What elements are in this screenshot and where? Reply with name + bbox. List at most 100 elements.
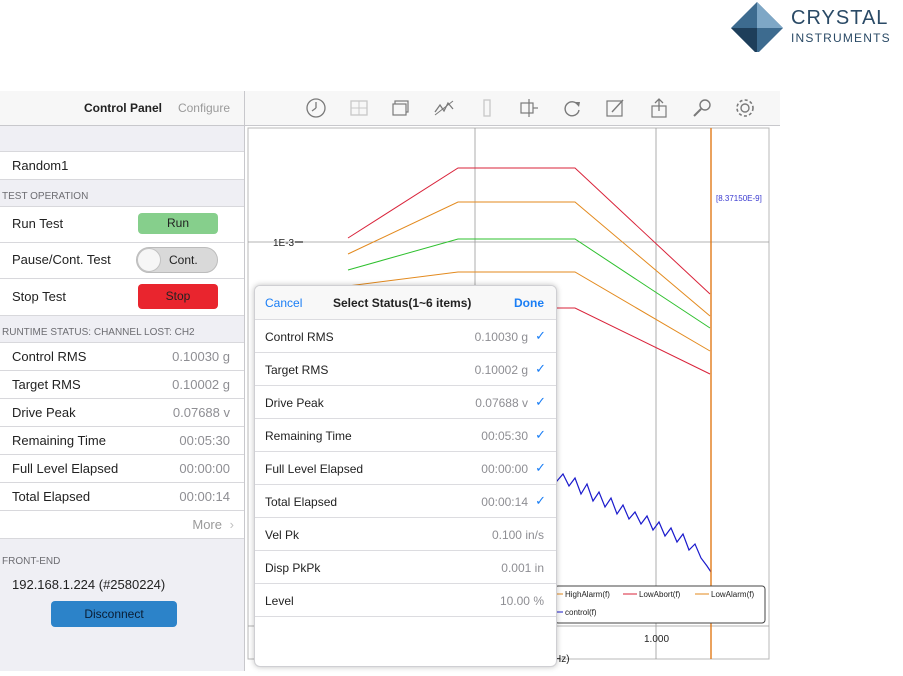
checkmark-icon: ✓ — [535, 361, 546, 376]
x-tick-label: 1.000 — [644, 634, 669, 645]
section-runtime-status: RUNTIME STATUS: CHANNEL LOST: CH2 — [2, 327, 195, 338]
option-label: Level — [265, 594, 294, 608]
run-button[interactable]: Run — [138, 213, 218, 234]
status-option[interactable]: Target RMS 0.10002 g ✓ — [255, 353, 556, 386]
status-row: Drive Peak 0.07688 v — [0, 399, 244, 427]
status-label: Control RMS — [12, 349, 87, 364]
done-button[interactable]: Done — [514, 296, 544, 310]
status-label: Drive Peak — [12, 405, 76, 420]
status-option[interactable]: Drive Peak 0.07688 v ✓ — [255, 386, 556, 419]
option-label: Disp PkPk — [265, 561, 321, 575]
checkmark-icon: ✓ — [535, 493, 546, 508]
option-value: 00:05:30 — [481, 429, 528, 443]
option-label: Total Elapsed — [265, 495, 338, 509]
gear-icon[interactable] — [734, 97, 756, 119]
share-icon[interactable] — [648, 97, 670, 119]
status-option[interactable]: Total Elapsed 00:00:14 ✓ — [255, 485, 556, 518]
search-icon[interactable] — [691, 97, 713, 119]
cursor-readout: [8.37150E-9] — [716, 194, 762, 203]
status-label: Full Level Elapsed — [12, 461, 119, 476]
stop-test-row: Stop Test Stop — [0, 279, 244, 316]
status-option[interactable]: Full Level Elapsed 00:00:00 ✓ — [255, 452, 556, 485]
option-label: Vel Pk — [265, 528, 300, 542]
cancel-button[interactable]: Cancel — [265, 296, 302, 310]
checkmark-icon: ✓ — [535, 427, 546, 442]
run-test-row: Run Test Run — [0, 206, 244, 243]
option-value: 0.10002 g — [474, 363, 528, 377]
control-panel: Control Panel Configure Random1 TEST OPE… — [0, 91, 245, 671]
status-option[interactable]: Level 10.00 % — [255, 584, 556, 617]
option-label: Drive Peak — [265, 396, 324, 410]
status-row: Full Level Elapsed 00:00:00 — [0, 455, 244, 483]
option-label: Target RMS — [265, 363, 329, 377]
run-test-label: Run Test — [12, 216, 64, 231]
legend-entry: LowAbort(f) — [639, 590, 681, 599]
status-row: Total Elapsed 00:00:14 — [0, 483, 244, 511]
front-end-address: 192.168.1.224 (#2580224) — [12, 577, 166, 592]
status-row: Control RMS 0.10030 g — [0, 343, 244, 371]
stop-button[interactable]: Stop — [138, 284, 218, 309]
toggle-knob — [137, 248, 161, 272]
chart-toolbar — [245, 91, 780, 126]
status-value: 0.10030 g — [172, 349, 230, 364]
grid-icon[interactable] — [348, 97, 370, 119]
option-value: 0.07688 v — [475, 396, 528, 410]
checkmark-icon: ✓ — [535, 328, 546, 343]
brand-name: CRYSTAL — [791, 7, 889, 29]
popover-header: Cancel Select Status(1~6 items) Done — [255, 286, 556, 320]
pause-test-label: Pause/Cont. Test — [12, 252, 111, 267]
status-list: Control RMS 0.10030 g Target RMS 0.10002 g… — [0, 342, 244, 539]
option-value: 0.10030 g — [474, 330, 528, 344]
more-row[interactable]: More › — [0, 511, 244, 539]
legend-entry: LowAlarm(f) — [711, 590, 754, 599]
legend-entry: HighAlarm(f) — [565, 590, 610, 599]
status-option[interactable]: Control RMS 0.10030 g ✓ — [255, 320, 556, 353]
layers-icon[interactable] — [390, 97, 412, 119]
columns-icon[interactable] — [476, 97, 498, 119]
more-link[interactable]: More — [192, 517, 222, 532]
option-value: 00:00:14 — [481, 495, 528, 509]
tab-control-panel[interactable]: Control Panel — [84, 101, 162, 115]
status-value: 0.07688 v — [172, 405, 230, 420]
pause-test-row: Pause/Cont. Test Cont. — [0, 243, 244, 279]
brand-subtitle: INSTRUMENTS — [791, 31, 891, 45]
status-label: Remaining Time — [12, 433, 106, 448]
pause-continue-toggle[interactable]: Cont. — [136, 247, 218, 273]
option-value: 0.001 in — [501, 561, 544, 575]
stop-test-label: Stop Test — [12, 289, 66, 304]
section-test-operation: TEST OPERATION — [2, 191, 89, 202]
brand-logo: CRYSTAL INSTRUMENTS — [727, 0, 903, 52]
status-value: 00:00:00 — [179, 461, 230, 476]
option-label: Control RMS — [265, 330, 334, 344]
status-option[interactable]: Vel Pk 0.100 in/s — [255, 518, 556, 551]
test-name-row[interactable]: Random1 — [0, 151, 244, 180]
popover-title: Select Status(1~6 items) — [333, 296, 472, 310]
select-status-popover: Cancel Select Status(1~6 items) Done Con… — [254, 285, 557, 667]
option-value: 10.00 % — [499, 594, 544, 608]
toggle-label: Cont. — [169, 253, 198, 267]
edit-icon[interactable] — [604, 97, 626, 119]
front-end-info: 192.168.1.224 (#2580224) Disconnect — [0, 573, 244, 633]
refresh-icon[interactable] — [561, 97, 583, 119]
status-label: Total Elapsed — [12, 489, 91, 504]
tab-configure[interactable]: Configure — [178, 101, 230, 115]
status-value: 00:05:30 — [179, 433, 230, 448]
status-label: Target RMS — [12, 377, 81, 392]
legend-entry: control(f) — [565, 608, 597, 617]
checkmark-icon: ✓ — [535, 460, 546, 475]
signal-icon[interactable] — [433, 97, 455, 119]
option-value: 0.100 in/s — [491, 528, 544, 542]
status-row: Remaining Time 00:05:30 — [0, 427, 244, 455]
cursor-icon[interactable] — [518, 97, 540, 119]
test-name: Random1 — [12, 158, 69, 173]
chevron-right-icon: › — [229, 517, 234, 532]
option-label: Full Level Elapsed — [265, 462, 364, 476]
status-option[interactable]: Disp PkPk 0.001 in — [255, 551, 556, 584]
disconnect-button[interactable]: Disconnect — [51, 601, 177, 627]
clock-icon[interactable] — [305, 97, 327, 119]
y-tick-label: 1E-3 — [273, 238, 295, 249]
status-option[interactable]: Remaining Time 00:05:30 ✓ — [255, 419, 556, 452]
checkmark-icon: ✓ — [535, 394, 546, 409]
status-value: 00:00:14 — [179, 489, 230, 504]
option-value: 00:00:00 — [481, 462, 528, 476]
